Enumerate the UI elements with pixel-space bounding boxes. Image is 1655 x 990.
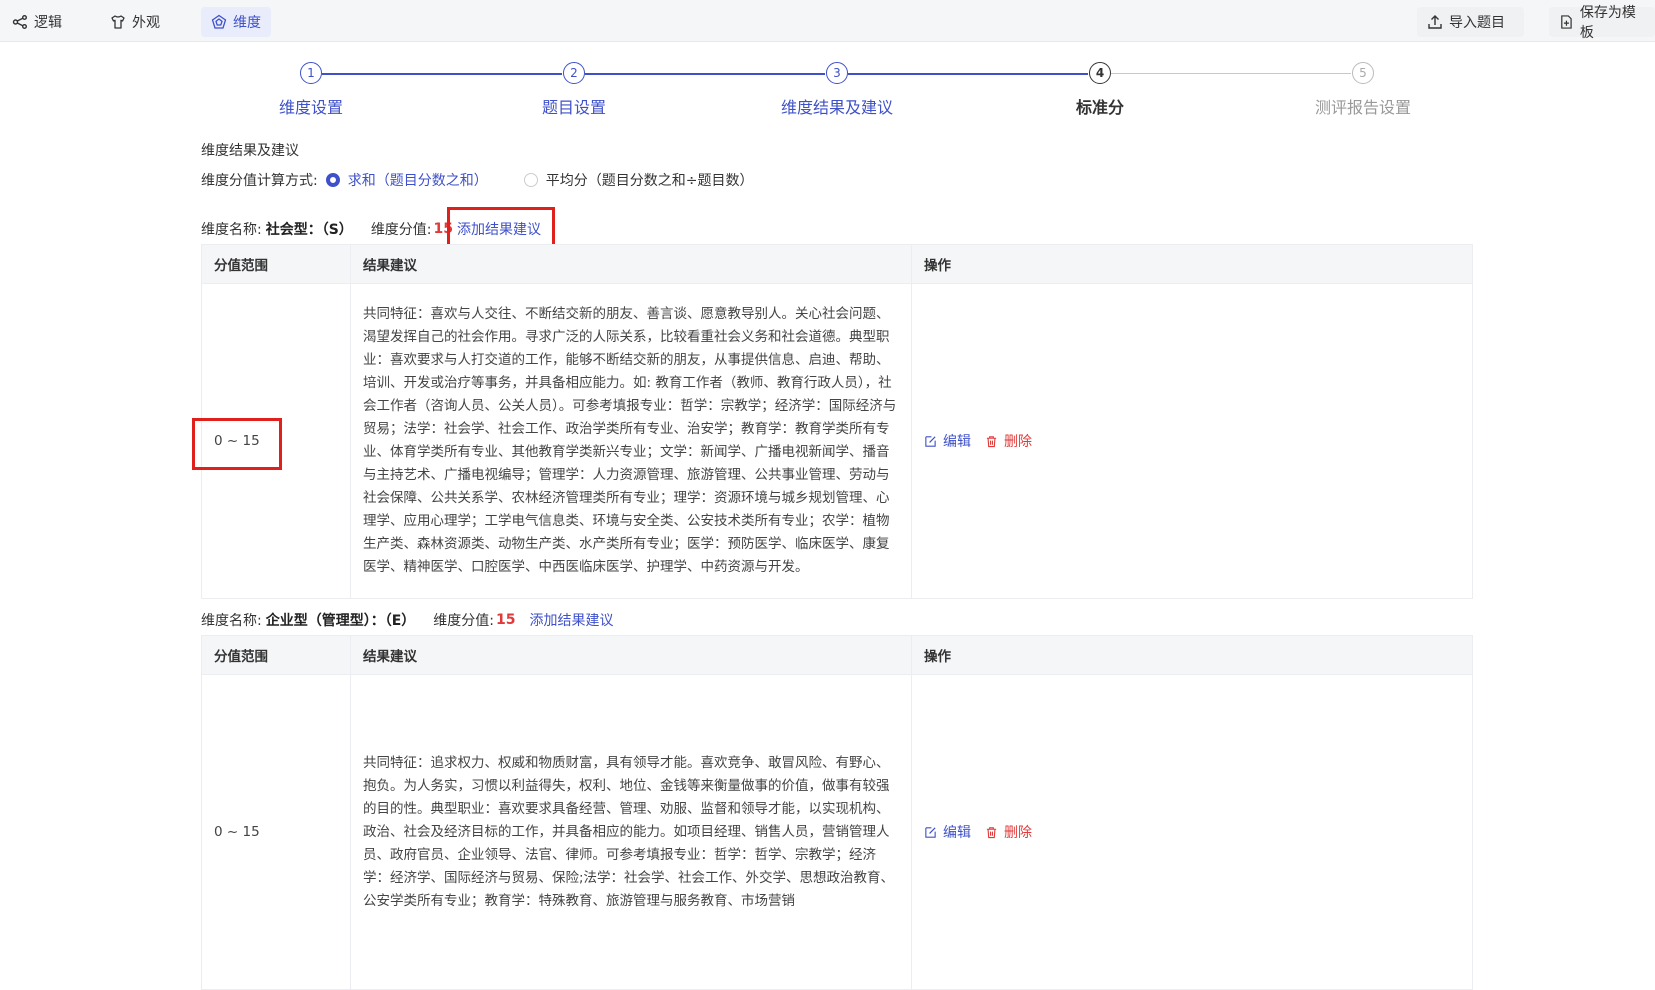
- highlight-box: [192, 418, 282, 470]
- add-result-advice-link[interactable]: 添加结果建议: [530, 610, 614, 630]
- edit-icon[interactable]: [924, 435, 937, 448]
- step-connector: [848, 73, 1088, 75]
- radar-icon: [211, 14, 227, 29]
- dimension-score: 15: [496, 612, 516, 628]
- step-3-label[interactable]: 维度结果及建议: [781, 94, 893, 118]
- file-add-icon: [1561, 15, 1572, 29]
- share-icon: [12, 15, 27, 29]
- trash-icon[interactable]: [985, 826, 998, 839]
- import-button-label: 导入题目: [1449, 15, 1505, 31]
- result-table: 分值范围 结果建议 操作 0 ~ 15 共同特征：追求权力、权威和物质财富，具有…: [201, 635, 1473, 990]
- step-connector: [1111, 73, 1351, 74]
- import-button[interactable]: 导入题目: [1417, 7, 1524, 37]
- sum-option-label[interactable]: 求和（题目分数之和）: [348, 170, 488, 190]
- result-advice-text: 共同特征：追求权力、权威和物质财富，具有领导才能。喜欢竞争、敢冒风险、有野心、抱…: [350, 674, 912, 990]
- edit-icon[interactable]: [924, 826, 937, 839]
- advice-column-header: 结果建议: [350, 244, 912, 284]
- save-template-button[interactable]: 保存为模板: [1549, 5, 1655, 41]
- table-row: 0 ~ 15 共同特征：追求权力、权威和物质财富，具有领导才能。喜欢竞争、敢冒风…: [201, 674, 1473, 990]
- logic-tab[interactable]: 逻辑: [2, 7, 72, 37]
- save-template-button-label: 保存为模板: [1579, 5, 1636, 41]
- step-2-label[interactable]: 题目设置: [542, 94, 606, 118]
- table-row: 0 ~ 15 共同特征：喜欢与人交往、不断结交新的朋友、善言谈、愿意教导别人。关…: [201, 283, 1473, 599]
- dimension-score-label: 维度分值:: [370, 222, 432, 238]
- dimension-score-label: 维度分值:: [433, 613, 495, 629]
- top-toolbar: 逻辑 外观 维度 导入题目 保存为模板: [0, 0, 1655, 42]
- step-connector: [322, 73, 562, 75]
- step-5-label[interactable]: 测评报告设置: [1315, 94, 1411, 118]
- appearance-tab-label: 外观: [132, 15, 160, 31]
- dimension-name: 社会型：（S）: [265, 222, 353, 238]
- delete-button[interactable]: 删除: [1004, 431, 1032, 451]
- step-connector: [585, 73, 825, 75]
- calc-method-row: 维度分值计算方式: 求和（题目分数之和） 平均分（题目分数之和÷题目数）: [201, 170, 753, 190]
- trash-icon[interactable]: [985, 435, 998, 448]
- step-5-number[interactable]: 5: [1352, 62, 1374, 84]
- dimension-tab-label: 维度: [233, 15, 261, 31]
- section-title: 维度结果及建议: [201, 143, 299, 159]
- highlight-box: [447, 207, 555, 247]
- operation-cell: 编辑 删除: [911, 283, 1473, 599]
- edit-button[interactable]: 编辑: [943, 822, 971, 842]
- step-4-label[interactable]: 标准分: [1076, 94, 1124, 118]
- delete-button[interactable]: 删除: [1004, 822, 1032, 842]
- step-4-number[interactable]: 4: [1089, 62, 1111, 84]
- step-2-number[interactable]: 2: [563, 62, 585, 84]
- operation-cell: 编辑 删除: [911, 674, 1473, 990]
- dimension-header: 维度名称: 企业型（管理型）：（E） 维度分值: 15 添加结果建议: [201, 610, 614, 630]
- dimension-tab[interactable]: 维度: [201, 7, 271, 37]
- dimension-name-label: 维度名称:: [201, 613, 262, 629]
- step-progress: 1 2 3 4 5 维度设置 题目设置 维度结果及建议 标准分 测评报告设置: [0, 48, 1655, 128]
- avg-radio[interactable]: [523, 173, 538, 187]
- step-1-number[interactable]: 1: [300, 62, 322, 84]
- edit-button[interactable]: 编辑: [943, 431, 971, 451]
- logic-tab-label: 逻辑: [34, 15, 62, 31]
- dimension-name-label: 维度名称:: [201, 222, 262, 238]
- range-column-header: 分值范围: [201, 244, 351, 284]
- avg-option-label[interactable]: 平均分（题目分数之和÷题目数）: [546, 170, 754, 190]
- result-table: 分值范围 结果建议 操作 0 ~ 15 共同特征：喜欢与人交往、不断结交新的朋友…: [201, 244, 1473, 599]
- sum-radio[interactable]: [325, 173, 340, 187]
- range-column-header: 分值范围: [201, 635, 351, 675]
- step-1-label[interactable]: 维度设置: [279, 94, 343, 118]
- dimension-name: 企业型（管理型）：（E）: [265, 613, 416, 629]
- result-advice-text: 共同特征：喜欢与人交往、不断结交新的朋友、善言谈、愿意教导别人。关心社会问题、渴…: [350, 283, 912, 599]
- shirt-icon: [111, 15, 125, 29]
- upload-icon: [1428, 15, 1442, 29]
- operation-column-header: 操作: [911, 635, 1473, 675]
- advice-column-header: 结果建议: [350, 635, 912, 675]
- score-range: 0 ~ 15: [201, 674, 351, 990]
- calc-method-label: 维度分值计算方式:: [201, 173, 318, 189]
- operation-column-header: 操作: [911, 244, 1473, 284]
- step-3-number[interactable]: 3: [826, 62, 848, 84]
- appearance-tab[interactable]: 外观: [100, 7, 170, 37]
